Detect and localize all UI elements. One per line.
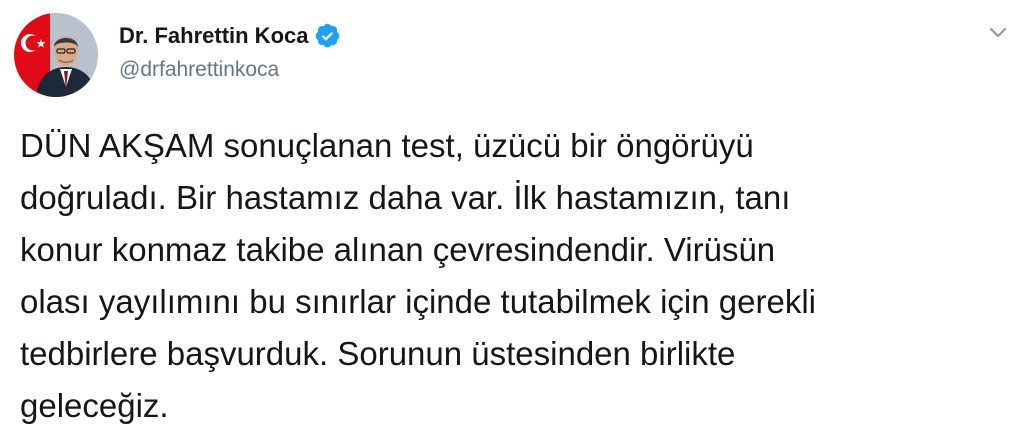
- author-display-name[interactable]: Dr. Fahrettin Koca: [119, 23, 308, 49]
- avatar[interactable]: [14, 13, 98, 97]
- tweet-text-line: geleceğiz.: [20, 387, 169, 424]
- author-handle[interactable]: @drfahrettinkoca: [119, 58, 279, 82]
- tweet-text-line: konur konmaz takibe alınan çevresindendi…: [20, 231, 776, 268]
- tweet-text-line: olası yayılımını bu sınırlar içinde tuta…: [20, 283, 816, 320]
- tweet-text: DÜN AKŞAM sonuçlanan test, üzücü bir öng…: [20, 120, 1010, 432]
- tweet-text-line: doğruladı. Bir hastamız daha var. İlk ha…: [20, 179, 791, 216]
- chevron-down-icon: [990, 28, 1006, 37]
- tweet-menu-button[interactable]: [980, 18, 1016, 48]
- tweet-text-line: tedbirlere başvurduk. Sorunun üstesinden…: [20, 335, 736, 372]
- author-name-row: Dr. Fahrettin Koca: [119, 22, 341, 49]
- verified-badge-icon: [314, 22, 341, 49]
- profile-photo: [14, 13, 98, 97]
- tweet-card: Dr. Fahrettin Koca @drfahrettinkoca DÜN …: [0, 0, 1024, 433]
- tweet-text-line: DÜN AKŞAM sonuçlanan test, üzücü bir öng…: [20, 127, 754, 164]
